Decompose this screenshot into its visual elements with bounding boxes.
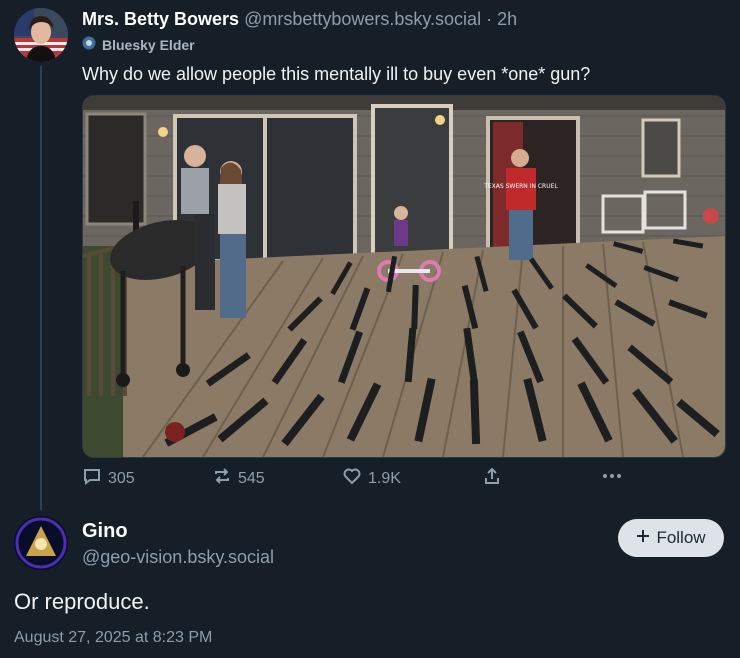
badge-line: Bluesky Elder (82, 36, 195, 53)
post-text: Why do we allow people this mentally ill… (82, 64, 591, 84)
follow-button[interactable]: Follow (618, 519, 724, 557)
shirt-text: TEXAS SWERN IN CRUEL (483, 183, 558, 190)
reply-timestamp[interactable]: August 27, 2025 at 8:23 PM (14, 629, 212, 647)
reply-author-handle[interactable]: @geo-vision.bsky.social (82, 547, 274, 568)
speech-bubble-icon (82, 466, 102, 491)
post-image[interactable]: TEXAS SWERN IN CRUEL (82, 95, 726, 458)
author-handle[interactable]: @mrsbettybowers.bsky.social (244, 9, 481, 29)
reply-count: 305 (108, 469, 135, 487)
avatar[interactable] (14, 516, 68, 570)
repost-button[interactable]: 545 (212, 466, 265, 491)
author-name[interactable]: Mrs. Betty Bowers (82, 9, 239, 29)
heart-icon (342, 466, 362, 491)
thread-line (40, 66, 42, 510)
bluesky-badge-icon (82, 36, 96, 53)
post-author-line: Mrs. Betty Bowers @mrsbettybowers.bsky.s… (82, 8, 517, 30)
plus-icon (636, 528, 650, 548)
repost-count: 545 (238, 469, 265, 487)
post-time[interactable]: 2h (497, 9, 517, 29)
reply-author-name[interactable]: Gino (82, 520, 128, 543)
repost-arrows-icon (212, 466, 232, 491)
separator-dot: · (486, 9, 493, 29)
like-button[interactable]: 1.9K (342, 466, 401, 491)
like-count: 1.9K (368, 469, 401, 487)
follow-label: Follow (656, 528, 706, 547)
share-upload-icon (482, 466, 502, 491)
reply-text: Or reproduce. (14, 589, 150, 614)
avatar[interactable] (14, 8, 68, 62)
reply-button[interactable]: 305 (82, 466, 135, 491)
share-button[interactable] (482, 466, 502, 491)
more-button[interactable] (600, 466, 624, 491)
post-actions: 305 545 1.9K (82, 466, 724, 494)
badge-label: Bluesky Elder (102, 36, 195, 53)
more-dots-icon (600, 466, 624, 491)
